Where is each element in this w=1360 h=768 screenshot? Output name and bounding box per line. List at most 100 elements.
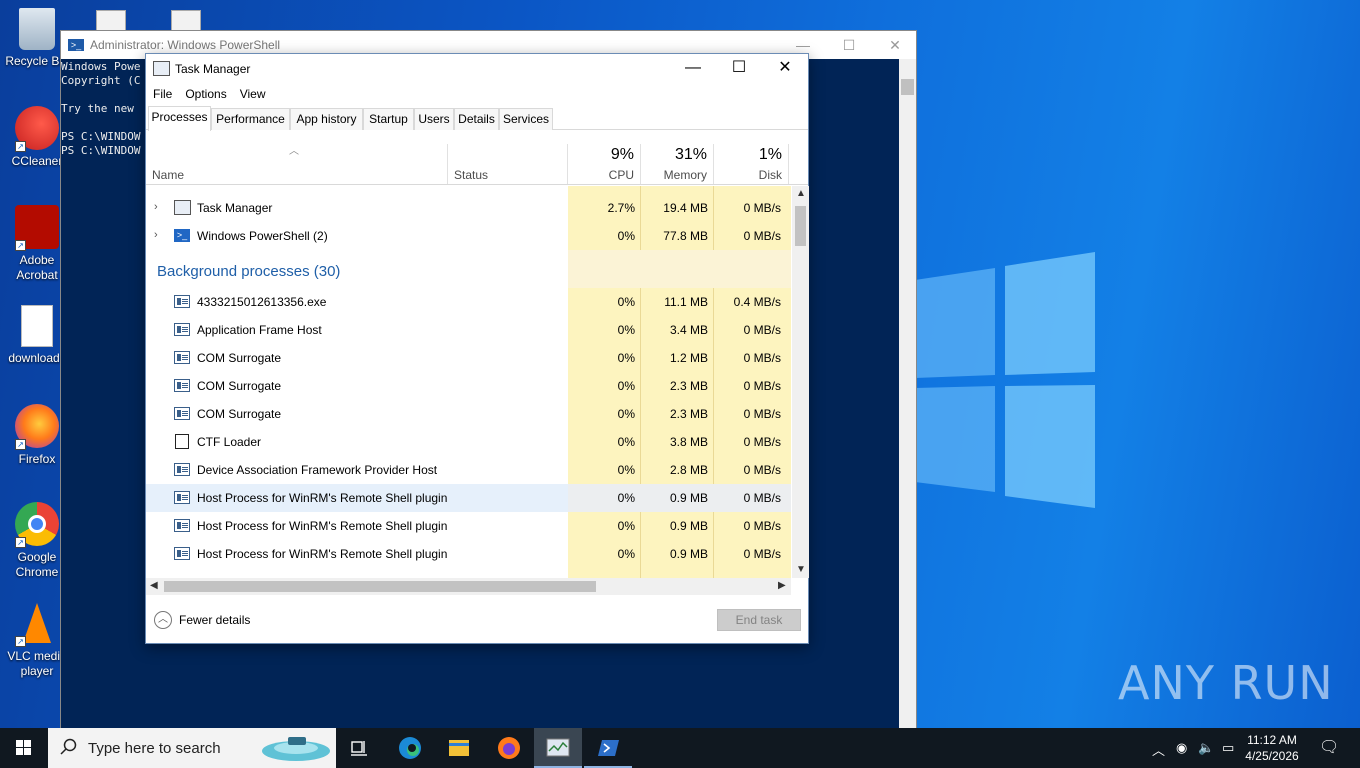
close-button[interactable]: ✕ xyxy=(762,54,808,84)
table-row[interactable]: COM Surrogate 0% 2.3 MB 0 MB/s xyxy=(146,372,791,400)
tab-details[interactable]: Details xyxy=(454,108,499,130)
table-row[interactable]: Host Process for WinRM's Remote Shell pl… xyxy=(146,540,791,568)
process-name: Host Process for WinRM's Remote Shell pl… xyxy=(197,547,448,561)
process-icon xyxy=(174,323,190,336)
taskbar-file-explorer[interactable] xyxy=(435,728,483,768)
console-line: Try the new xyxy=(61,102,134,115)
column-status[interactable]: Status xyxy=(448,144,568,184)
console-line: PS C:\WINDOW xyxy=(61,144,141,157)
process-disk: 0 MB/s xyxy=(743,435,781,449)
table-row[interactable]: Application Frame Host 0% 3.4 MB 0 MB/s xyxy=(146,316,791,344)
table-row[interactable]: COM Surrogate 0% 2.3 MB 0 MB/s xyxy=(146,400,791,428)
console-line: PS C:\WINDOW xyxy=(61,130,141,143)
fewer-details-link[interactable]: Fewer details xyxy=(179,613,250,627)
task-manager-titlebar[interactable]: Task Manager — ☐ ✕ xyxy=(146,54,808,84)
process-name: Host Process for WinRM's Remote Shell pl… xyxy=(197,491,448,505)
chevron-up-circle-icon[interactable]: ︿ xyxy=(154,611,172,629)
process-list[interactable]: › Task Manager 2.7% 19.4 MB 0 MB/s › >_ … xyxy=(146,186,791,578)
taskbar-firefox[interactable] xyxy=(485,728,533,768)
acrobat-icon: ↗ xyxy=(15,205,59,251)
taskmanager-icon xyxy=(174,200,191,215)
menu-view[interactable]: View xyxy=(233,84,272,106)
chevron-right-icon[interactable]: › xyxy=(154,229,164,241)
process-cpu: 0% xyxy=(617,519,635,533)
scroll-left-icon[interactable]: ◀ xyxy=(150,580,158,591)
task-view-button[interactable] xyxy=(336,728,384,768)
process-cpu: 0% xyxy=(617,351,635,365)
scroll-down-icon[interactable]: ▼ xyxy=(796,564,806,575)
menu-options[interactable]: Options xyxy=(178,84,232,106)
search-box[interactable]: Type here to search xyxy=(48,728,336,768)
process-disk: 0 MB/s xyxy=(743,491,781,505)
taskbar-edge[interactable] xyxy=(386,728,434,768)
process-icon xyxy=(174,547,190,560)
column-cpu-label: CPU xyxy=(608,168,634,182)
process-name: 4333215012613356.exe xyxy=(197,295,327,309)
tab-performance[interactable]: Performance xyxy=(211,108,290,130)
table-row-selected[interactable]: Host Process for WinRM's Remote Shell pl… xyxy=(146,484,791,512)
search-placeholder: Type here to search xyxy=(88,740,221,757)
table-row[interactable]: CTF Loader 0% 3.8 MB 0 MB/s xyxy=(146,428,791,456)
scrollbar-thumb[interactable] xyxy=(795,206,806,246)
minimize-button[interactable]: — xyxy=(670,54,716,84)
powershell-console[interactable]: Windows Powe Copyright (C Try the new PS … xyxy=(61,60,146,158)
process-memory: 3.8 MB xyxy=(669,435,708,449)
notifications-icon[interactable]: 🗨 xyxy=(1319,737,1339,757)
clock-time: 11:12 AM xyxy=(1247,733,1297,747)
end-task-button[interactable]: End task xyxy=(717,609,801,631)
network-icon[interactable]: ▭ xyxy=(1222,740,1234,756)
tab-processes[interactable]: Processes xyxy=(148,106,211,131)
scroll-right-icon[interactable]: ▶ xyxy=(778,580,786,591)
windows-logo-wallpaper xyxy=(915,252,1095,508)
folder-icon xyxy=(449,740,469,756)
chevron-right-icon[interactable]: › xyxy=(154,201,164,213)
menu-file[interactable]: File xyxy=(146,84,178,106)
task-manager-window[interactable]: Task Manager — ☐ ✕ File Options View Pro… xyxy=(145,53,809,644)
process-name: COM Surrogate xyxy=(197,379,282,393)
process-memory: 0.9 MB xyxy=(669,519,708,533)
volume-icon[interactable]: 🔈 xyxy=(1198,740,1214,756)
shortcut-arrow-icon: ↗ xyxy=(15,439,26,450)
column-disk[interactable]: 1% Disk xyxy=(714,144,789,184)
tab-app-history[interactable]: App history xyxy=(290,108,363,130)
process-icon xyxy=(174,295,190,308)
taskbar-powershell[interactable] xyxy=(584,728,632,768)
close-button[interactable]: ✕ xyxy=(872,31,918,59)
table-row[interactable]: 4333215012613356.exe 0% 11.1 MB 0.4 MB/s xyxy=(146,288,791,316)
maximize-button[interactable]: ☐ xyxy=(716,54,762,84)
process-memory: 11.1 MB xyxy=(664,295,708,309)
scrollbar-thumb[interactable] xyxy=(164,581,596,592)
tab-users[interactable]: Users xyxy=(414,108,454,130)
scroll-up-icon[interactable]: ▲ xyxy=(796,188,806,199)
chevron-up-icon[interactable]: ︿ xyxy=(1152,740,1165,759)
disk-total-percent: 1% xyxy=(758,146,782,163)
table-row[interactable]: Host Process for WinRM's Remote Shell pl… xyxy=(146,512,791,540)
maximize-button[interactable]: ☐ xyxy=(826,31,872,59)
column-cpu[interactable]: 9% CPU xyxy=(568,144,641,184)
shortcut-arrow-icon: ↗ xyxy=(15,240,26,251)
group-header-background[interactable]: Background processes (30) xyxy=(157,263,340,280)
table-row[interactable]: COM Surrogate 0% 1.2 MB 0 MB/s xyxy=(146,344,791,372)
table-row[interactable]: › >_ Windows PowerShell (2) 0% 77.8 MB 0… xyxy=(146,222,791,250)
powershell-scrollbar[interactable] xyxy=(899,59,916,749)
process-cpu: 0% xyxy=(617,379,635,393)
process-name: Application Frame Host xyxy=(197,323,322,337)
taskbar-task-manager[interactable] xyxy=(534,728,582,768)
tab-services[interactable]: Services xyxy=(499,108,553,130)
process-disk: 0.4 MB/s xyxy=(733,295,781,309)
horizontal-scrollbar[interactable]: ◀ ▶ xyxy=(146,578,791,595)
column-memory[interactable]: 31% Memory xyxy=(641,144,714,184)
meet-now-icon[interactable]: ◉ xyxy=(1176,740,1187,756)
image-file-icon xyxy=(21,305,53,347)
scrollbar-thumb[interactable] xyxy=(901,79,914,95)
tab-startup[interactable]: Startup xyxy=(363,108,414,130)
start-button[interactable] xyxy=(0,728,48,768)
table-row[interactable]: Device Association Framework Provider Ho… xyxy=(146,456,791,484)
clock[interactable]: 11:12 AM 4/25/2026 xyxy=(1242,732,1302,764)
task-view-icon xyxy=(351,741,367,756)
table-row[interactable]: › Task Manager 2.7% 19.4 MB 0 MB/s xyxy=(146,194,791,222)
process-disk: 0 MB/s xyxy=(743,547,781,561)
vertical-scrollbar[interactable]: ▲ ▼ xyxy=(792,186,809,578)
firefox-icon xyxy=(498,737,520,759)
